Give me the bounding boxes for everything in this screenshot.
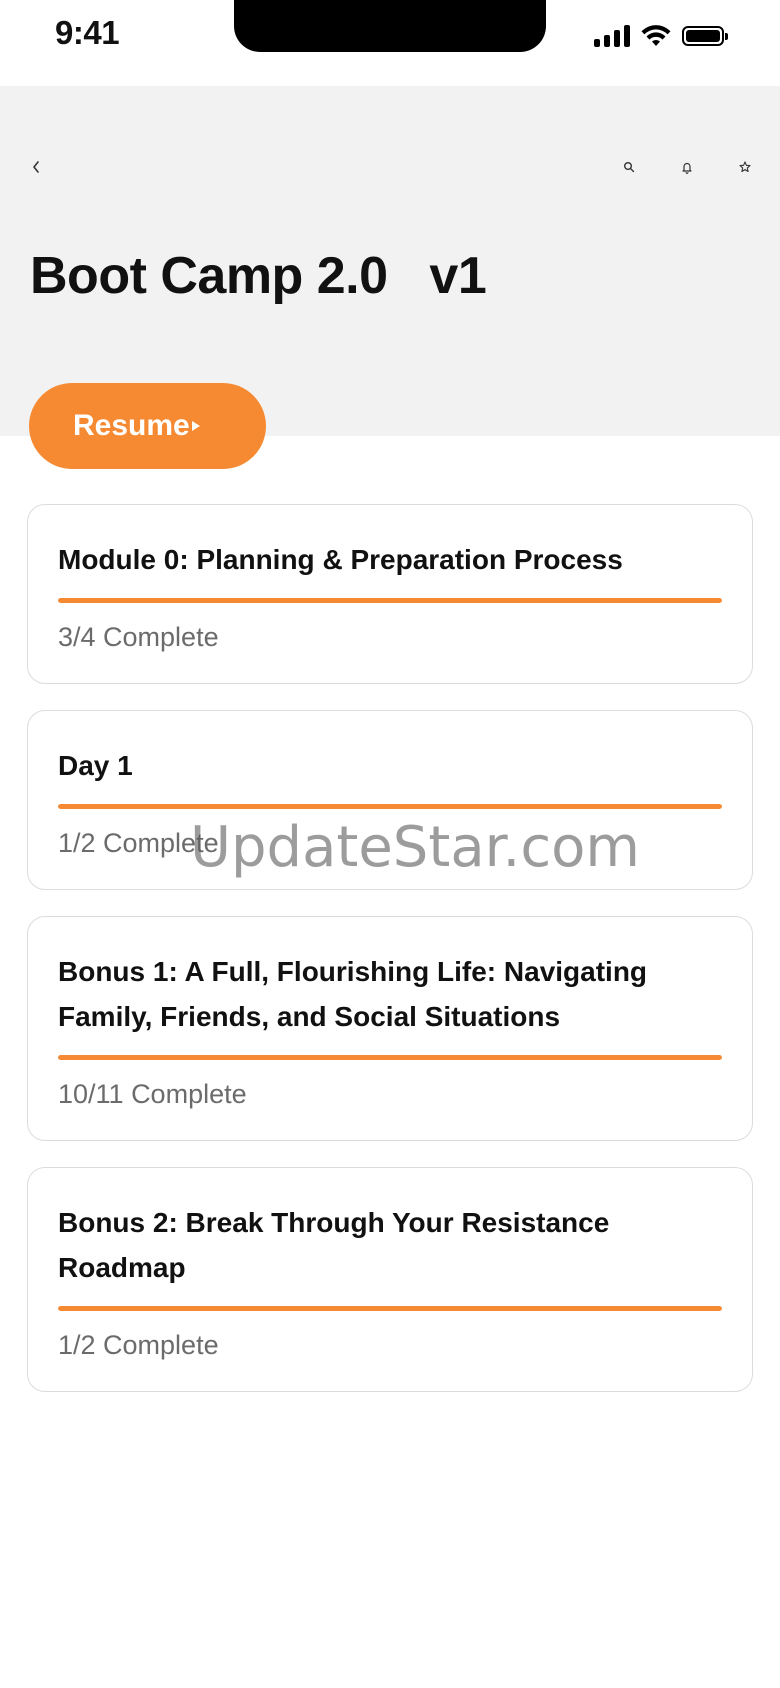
progress-bar — [58, 1055, 722, 1060]
module-status: 1/2 Complete — [58, 828, 219, 858]
module-status: 10/11 Complete — [58, 1079, 247, 1109]
star-icon — [739, 161, 751, 173]
module-status: 1/2 Complete — [58, 1330, 219, 1360]
module-card[interactable]: Bonus 2: Break Through Your Resistance R… — [27, 1167, 753, 1392]
module-card[interactable]: Module 0: Planning & Preparation Process… — [27, 504, 753, 684]
chevron-left-icon — [33, 161, 39, 173]
back-button[interactable] — [26, 152, 46, 182]
module-list: Module 0: Planning & Preparation Process… — [27, 504, 753, 1392]
device-notch — [234, 0, 546, 52]
progress-fill — [58, 804, 722, 809]
module-title: Bonus 2: Break Through Your Resistance R… — [58, 1207, 610, 1283]
favorite-button[interactable] — [732, 152, 758, 182]
module-title: Module 0: Planning & Preparation Process — [58, 544, 623, 575]
progress-fill — [58, 598, 722, 603]
cellular-signal-icon — [594, 25, 630, 47]
play-icon — [191, 421, 200, 431]
status-time: 9:41 — [55, 14, 120, 51]
progress-bar — [58, 804, 722, 809]
module-card[interactable]: Bonus 1: A Full, Flourishing Life: Navig… — [27, 916, 753, 1141]
battery-icon — [682, 26, 728, 46]
resume-button[interactable]: Resume — [29, 383, 266, 469]
notifications-button[interactable] — [674, 152, 700, 182]
module-card[interactable]: Day 1 1/2 Complete — [27, 710, 753, 890]
module-status: 3/4 Complete — [58, 622, 219, 652]
resume-label: Resume — [73, 409, 190, 442]
bell-icon — [682, 162, 692, 174]
search-button[interactable] — [616, 152, 642, 182]
progress-fill — [58, 1306, 722, 1311]
module-title: Day 1 — [58, 750, 133, 781]
status-icons — [594, 24, 728, 48]
status-bar: 9:41 — [0, 0, 780, 86]
search-icon — [624, 162, 635, 173]
page-title: Boot Camp 2.0 v1 — [30, 247, 487, 305]
module-title: Bonus 1: A Full, Flourishing Life: Navig… — [58, 956, 648, 1032]
progress-bar — [58, 598, 722, 603]
progress-fill — [58, 1055, 722, 1060]
progress-bar — [58, 1306, 722, 1311]
wifi-icon — [641, 25, 671, 46]
